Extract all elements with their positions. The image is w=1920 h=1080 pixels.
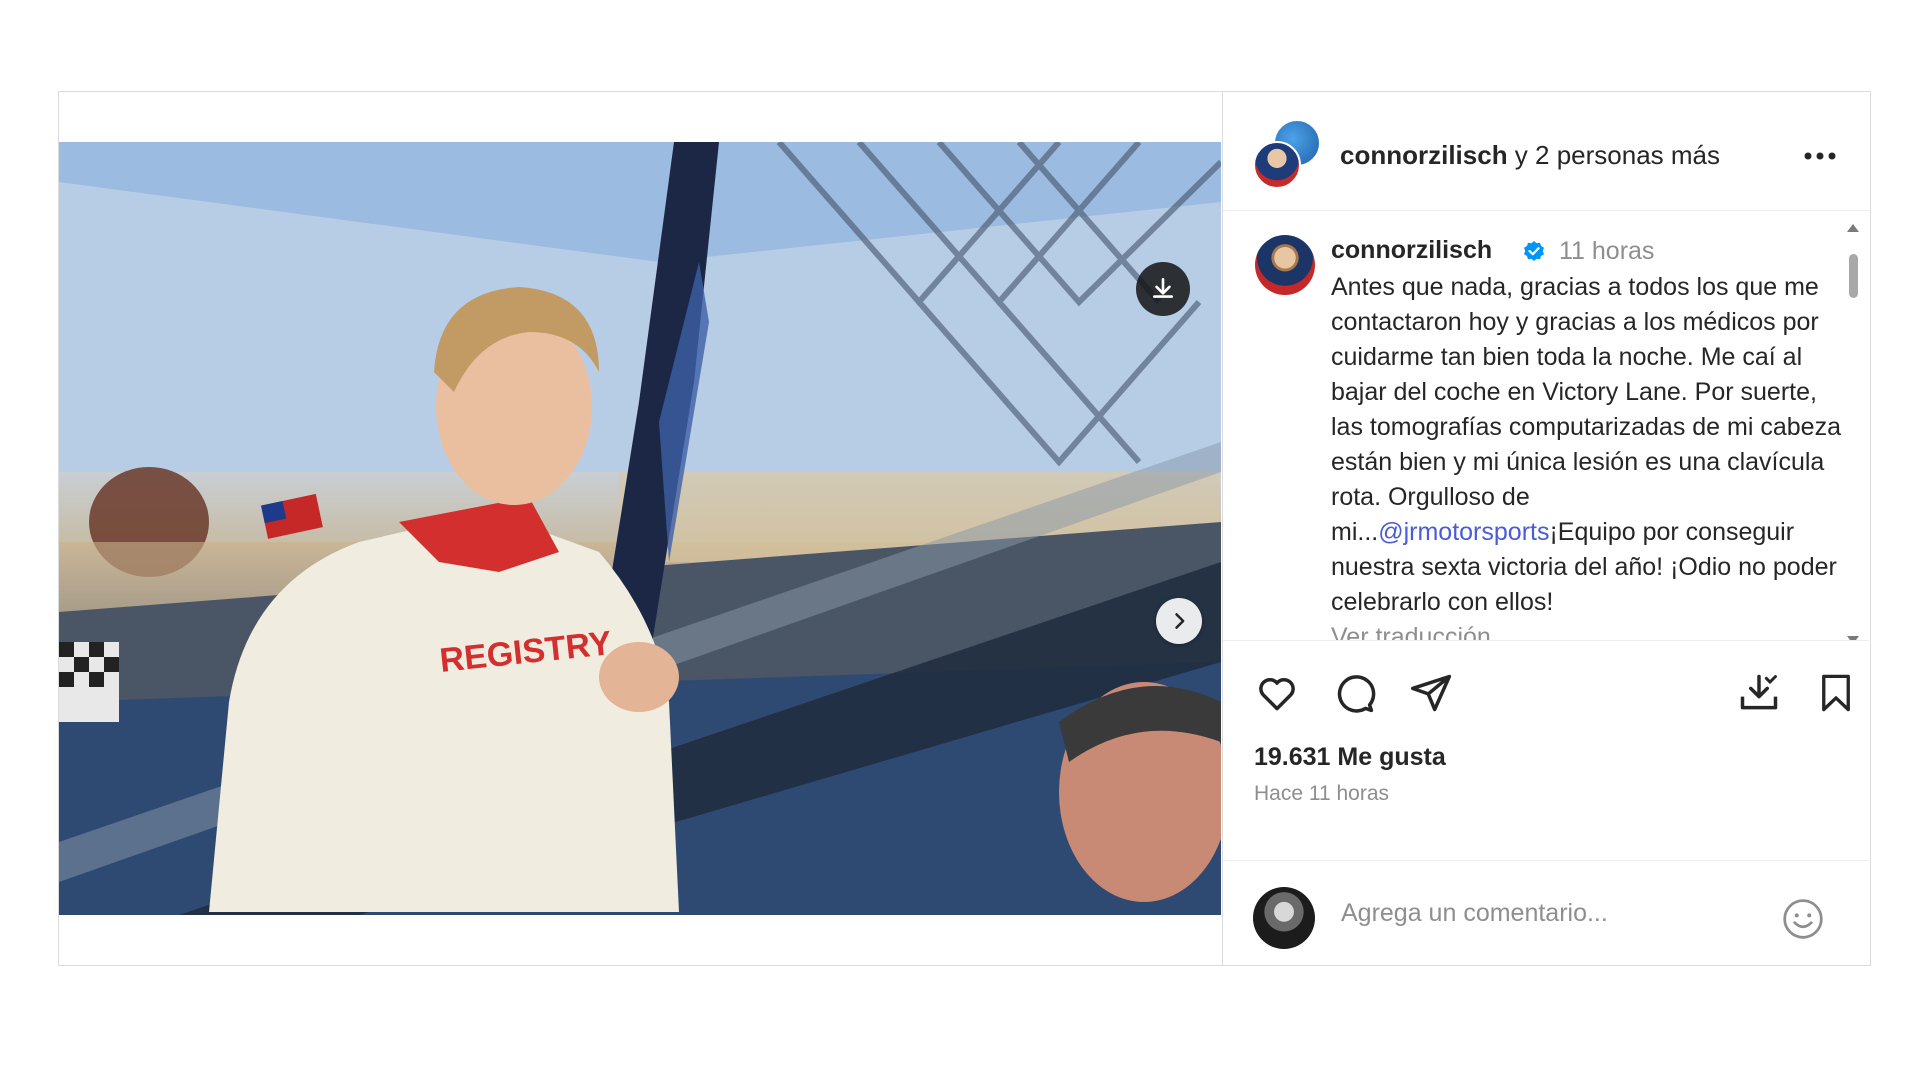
scroll-up-arrow[interactable] <box>1847 224 1859 232</box>
author-username[interactable]: connorzilisch <box>1340 140 1508 170</box>
post-media[interactable]: REGISTRY <box>59 142 1221 915</box>
post-side-panel: connorzilisch y 2 personas más connorzil… <box>1222 92 1871 965</box>
comment-composer <box>1223 860 1871 966</box>
caption-area[interactable]: connorzilisch 11 horas Antes que nada, g… <box>1223 210 1871 640</box>
bookmark-button[interactable] <box>1812 669 1860 717</box>
scroll-thumb[interactable] <box>1849 254 1858 298</box>
caption-scrollbar[interactable] <box>1846 224 1860 640</box>
comment-input[interactable] <box>1341 899 1761 928</box>
caption-time: 11 horas <box>1559 237 1655 265</box>
avatar[interactable] <box>1255 235 1315 295</box>
caption-text-part: Antes que nada, gracias a todos los que … <box>1331 273 1841 546</box>
post-header: connorzilisch y 2 personas más <box>1223 92 1871 211</box>
co-authors-text[interactable]: y 2 personas más <box>1508 140 1720 170</box>
caption-text: Antes que nada, gracias a todos los que … <box>1331 270 1841 640</box>
post-actions: 19.631 Me gusta Hace 11 horas <box>1223 640 1871 861</box>
download-tray-icon <box>1740 674 1778 710</box>
more-options-button[interactable] <box>1803 142 1837 162</box>
chevron-right-icon <box>1175 613 1185 629</box>
avatar <box>1253 887 1315 949</box>
heart-icon <box>1259 678 1295 711</box>
see-translation-link[interactable]: Ver traducción <box>1331 620 1841 640</box>
download-button[interactable] <box>1136 262 1190 316</box>
save-download-button[interactable] <box>1735 669 1783 717</box>
collab-avatars[interactable] <box>1253 119 1323 189</box>
like-button[interactable] <box>1253 669 1301 717</box>
comment-icon <box>1337 675 1376 713</box>
bookmark-icon <box>1822 674 1850 712</box>
post-timestamp: Hace 11 horas <box>1254 782 1390 805</box>
send-icon <box>1410 674 1452 712</box>
verified-badge-icon <box>1524 241 1544 261</box>
post-authors[interactable]: connorzilisch y 2 personas más <box>1340 140 1720 171</box>
comment-button[interactable] <box>1330 669 1378 717</box>
carousel-next-button[interactable] <box>1156 598 1202 644</box>
caption-username[interactable]: connorzilisch <box>1331 236 1492 265</box>
share-button[interactable] <box>1407 669 1455 717</box>
mention-link[interactable]: @jrmotorsports <box>1378 518 1549 546</box>
likes-count[interactable]: 19.631 Me gusta <box>1254 743 1446 772</box>
instagram-post: REGISTRY connorzilisch y 2 personas más … <box>58 91 1871 966</box>
download-icon <box>1153 277 1173 298</box>
more-horizontal-icon <box>1804 152 1836 160</box>
avatar <box>1253 141 1301 189</box>
emoji-icon[interactable] <box>1781 897 1825 941</box>
post-photo: REGISTRY <box>59 142 1221 915</box>
